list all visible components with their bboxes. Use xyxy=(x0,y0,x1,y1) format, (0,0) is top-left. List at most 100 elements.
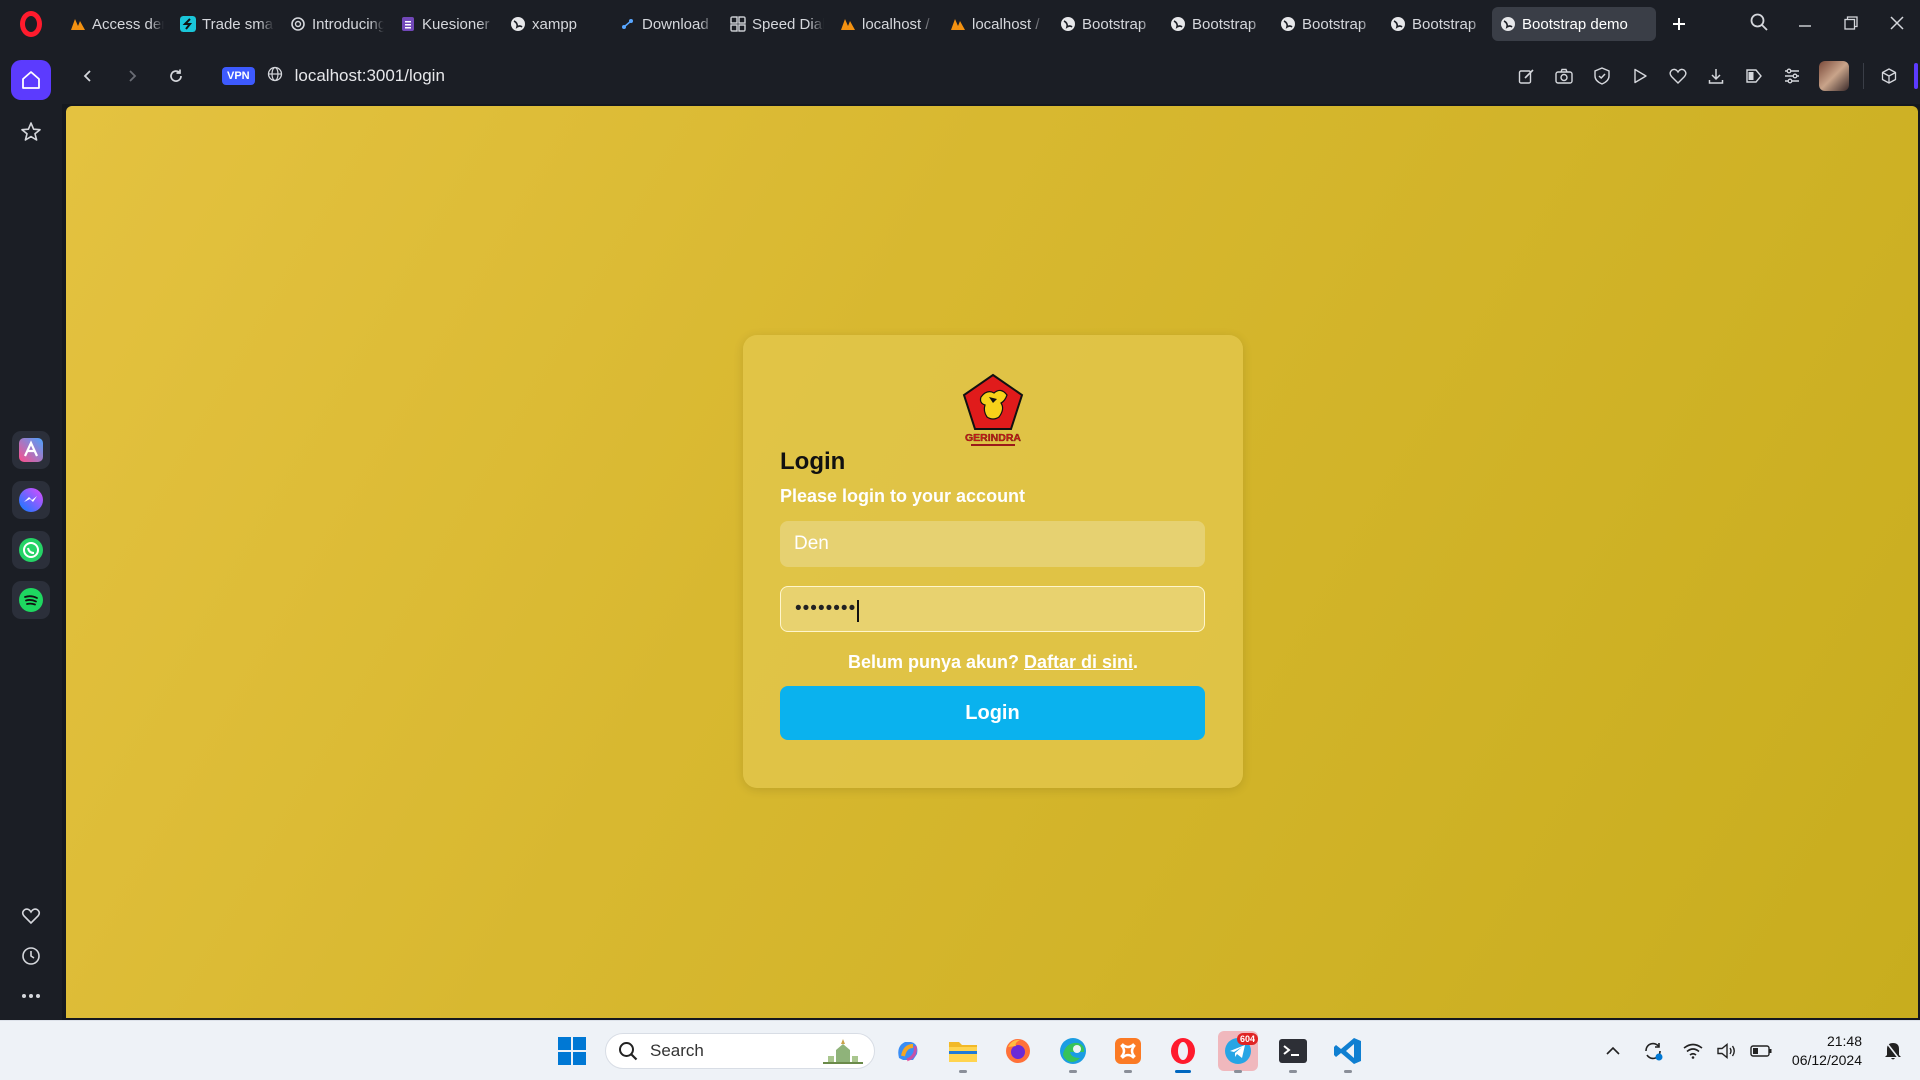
edit-button[interactable] xyxy=(1507,56,1545,96)
player-button[interactable] xyxy=(1621,56,1659,96)
sidebar-toggle-indicator[interactable] xyxy=(1914,63,1918,89)
tab[interactable]: Download xyxy=(612,7,722,41)
phpmyadmin-icon xyxy=(841,19,855,30)
sidebar-history-button[interactable] xyxy=(11,936,51,976)
forward-button[interactable] xyxy=(110,56,154,96)
tab-title: Speed Dial xyxy=(752,15,824,33)
window-controls xyxy=(1736,0,1920,48)
tab-strip: Access den Trade smar Introducing Kuesio… xyxy=(62,0,1736,48)
tab[interactable]: Trade smar xyxy=(172,7,282,41)
play-icon xyxy=(1634,68,1647,84)
password-input[interactable] xyxy=(780,586,1205,632)
tab[interactable]: localhost / xyxy=(942,7,1052,41)
tab-title: Download xyxy=(642,15,709,33)
clock[interactable]: 21:48 06/12/2024 xyxy=(1792,1032,1862,1070)
close-button[interactable] xyxy=(1874,14,1920,35)
easy-setup-button[interactable] xyxy=(1773,56,1811,96)
tab[interactable]: Access den xyxy=(62,7,172,41)
tab[interactable]: xampp xyxy=(502,7,612,41)
restore-button[interactable] xyxy=(1828,14,1874,35)
bookmark-button[interactable] xyxy=(1659,56,1697,96)
volume-icon xyxy=(1717,1043,1735,1059)
snapshot-button[interactable] xyxy=(1545,56,1583,96)
tab[interactable]: Bootstrap xyxy=(1272,7,1382,41)
windows-taskbar: Search 604 21:48 06/12/2024 xyxy=(0,1020,1920,1080)
minimize-icon xyxy=(1799,24,1811,27)
telegram-taskbar-button[interactable]: 604 xyxy=(1218,1031,1258,1073)
copilot-taskbar-button[interactable] xyxy=(888,1031,928,1071)
signup-link[interactable]: Daftar di sini xyxy=(1024,652,1133,672)
phpmyadmin-icon xyxy=(71,19,85,30)
tab-title: Kuesioner xyxy=(422,15,490,33)
back-button[interactable] xyxy=(66,56,110,96)
close-icon xyxy=(1890,15,1904,30)
heart-icon xyxy=(1669,68,1687,84)
extensions-button[interactable] xyxy=(1870,56,1908,96)
sidebar-spotify-button[interactable] xyxy=(12,581,50,619)
tab-active[interactable]: Bootstrap demo xyxy=(1492,7,1656,41)
opera-sidebar xyxy=(0,48,62,1020)
url-field[interactable]: localhost:3001/login xyxy=(295,66,445,86)
xampp-taskbar-button[interactable] xyxy=(1108,1031,1148,1073)
firefox-taskbar-button[interactable] xyxy=(998,1031,1038,1071)
wifi-tray-button[interactable] xyxy=(1678,1036,1708,1066)
battery-saver-icon xyxy=(1746,69,1762,83)
sidebar-messenger-button[interactable] xyxy=(12,481,50,519)
sidebar-whatsapp-button[interactable] xyxy=(12,531,50,569)
edge-taskbar-button[interactable] xyxy=(1053,1031,1093,1073)
date: 06/12/2024 xyxy=(1791,1052,1862,1068)
taskbar-search[interactable]: Search xyxy=(605,1033,875,1069)
login-button[interactable]: Login xyxy=(780,686,1205,740)
heart-icon xyxy=(21,908,41,925)
minimize-button[interactable] xyxy=(1782,14,1828,35)
tab[interactable]: Bootstrap xyxy=(1162,7,1272,41)
downloads-button[interactable] xyxy=(1697,56,1735,96)
whatsapp-icon xyxy=(19,538,43,562)
vpn-badge[interactable]: VPN xyxy=(222,67,255,85)
reload-button[interactable] xyxy=(154,56,198,96)
start-button[interactable] xyxy=(552,1031,592,1071)
messenger-icon xyxy=(19,488,43,512)
vscode-taskbar-button[interactable] xyxy=(1328,1031,1368,1073)
battery-saver-button[interactable] xyxy=(1735,56,1773,96)
notifications-button[interactable] xyxy=(1878,1036,1908,1066)
tab[interactable]: Introducing xyxy=(282,7,392,41)
file-explorer-taskbar-button[interactable] xyxy=(943,1031,983,1073)
logo-text: GERINDRA xyxy=(965,432,1021,444)
username-input[interactable] xyxy=(780,521,1205,567)
sync-tray-button[interactable] xyxy=(1638,1036,1668,1066)
tab-title: localhost / xyxy=(862,15,930,33)
system-tray: 21:48 06/12/2024 xyxy=(1596,1021,1920,1080)
sidebar-speed-dial-button[interactable] xyxy=(11,112,51,152)
signup-period: . xyxy=(1133,652,1139,672)
running-indicator xyxy=(1069,1070,1077,1073)
download-icon xyxy=(1708,69,1724,84)
tab[interactable]: Bootstrap xyxy=(1382,7,1492,41)
plus-icon xyxy=(1673,18,1685,30)
sidebar-more-button[interactable] xyxy=(11,976,51,1016)
tab-search-button[interactable] xyxy=(1736,13,1782,36)
globe-icon xyxy=(1281,17,1295,31)
show-hidden-icons-button[interactable] xyxy=(1598,1036,1628,1066)
tab-title: Bootstrap demo xyxy=(1522,15,1628,33)
new-tab-button[interactable] xyxy=(1664,9,1694,39)
tab[interactable]: Kuesioner xyxy=(392,7,502,41)
profile-avatar[interactable] xyxy=(1819,61,1849,91)
battery-tray-button[interactable] xyxy=(1746,1036,1776,1066)
sidebar-pinboard-button[interactable] xyxy=(11,896,51,936)
edge-icon xyxy=(1060,1038,1086,1064)
adblock-button[interactable] xyxy=(1583,56,1621,96)
sidebar-aria-button[interactable] xyxy=(12,431,50,469)
tab[interactable]: Bootstrap xyxy=(1052,7,1162,41)
opera-taskbar-button[interactable] xyxy=(1163,1031,1203,1073)
sidebar-home-button[interactable] xyxy=(11,60,51,100)
bell-icon xyxy=(1885,1041,1901,1061)
volume-tray-button[interactable] xyxy=(1712,1036,1742,1066)
tab-title: Bootstrap xyxy=(1082,15,1147,33)
terminal-taskbar-button[interactable] xyxy=(1273,1031,1313,1073)
opera-menu-button[interactable] xyxy=(0,0,62,48)
site-info-button[interactable] xyxy=(267,66,283,87)
tab[interactable]: Speed Dial xyxy=(722,7,832,41)
tab[interactable]: localhost / xyxy=(832,7,942,41)
xampp-icon xyxy=(1115,1038,1141,1064)
